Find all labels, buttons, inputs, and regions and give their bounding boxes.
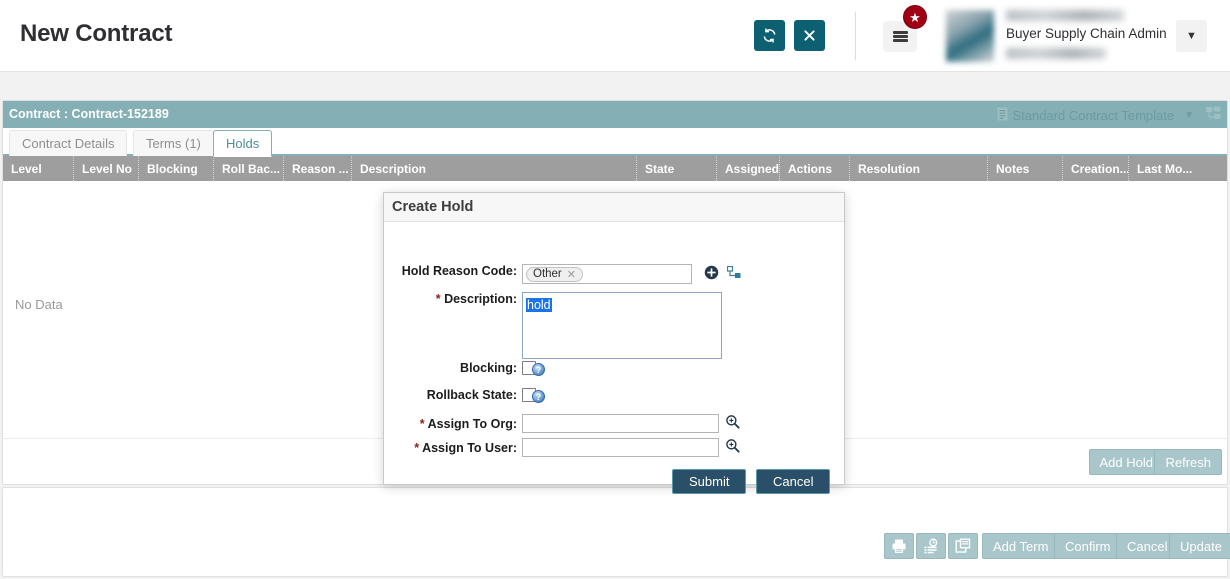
submit-button[interactable]: Submit xyxy=(672,469,747,494)
user-name: Buyer Supply Chain Admin xyxy=(1006,26,1167,41)
column-header[interactable]: Assigned... xyxy=(716,156,779,181)
hold-reason-code-input[interactable]: Other ✕ xyxy=(522,264,692,284)
header-divider xyxy=(855,12,856,60)
assign-to-org-label: * Assign To Org: xyxy=(384,417,522,431)
hold-reason-code-label: Hold Reason Code: xyxy=(401,264,517,278)
holds-table-header: Level Level No Blocking Roll Bac... Reason .… xyxy=(3,156,1227,181)
document-icon xyxy=(997,107,1009,124)
bottom-action-bar: Add Term Confirm Cancel Update xyxy=(2,487,1230,577)
contract-tabs: Contract Details Terms (1) Holds xyxy=(3,128,1227,157)
tab-contract-details[interactable]: Contract Details xyxy=(9,130,128,156)
audit-history-icon[interactable] xyxy=(916,533,946,559)
contract-template-selector[interactable]: Standard Contract Template ▼ xyxy=(997,107,1194,124)
column-header[interactable]: Blocking xyxy=(138,156,213,181)
page-background-gap xyxy=(0,72,1230,100)
app-header: New Contract ★ Buyer Supply Chain Admin … xyxy=(0,0,1230,72)
column-header[interactable]: Roll Bac... xyxy=(213,156,283,181)
print-icon[interactable] xyxy=(884,533,914,559)
column-header[interactable]: Description xyxy=(351,156,636,181)
field-hold-reason-code: Hold Reason Code: Other ✕ xyxy=(384,264,741,285)
tab-terms[interactable]: Terms (1) xyxy=(133,130,214,156)
user-meta-bottom-blurred xyxy=(1006,48,1106,59)
help-icon[interactable]: ? xyxy=(532,363,545,376)
field-assign-to-org: * Assign To Org: xyxy=(384,413,740,434)
chevron-down-icon[interactable]: ▼ xyxy=(1176,20,1207,52)
field-description: * Description: hold xyxy=(384,292,722,359)
column-header[interactable]: State xyxy=(636,156,716,181)
dialog-header: Create Hold xyxy=(384,193,844,222)
add-term-button[interactable]: Add Term xyxy=(982,533,1060,559)
close-icon[interactable] xyxy=(794,20,825,51)
dialog-title: Create Hold xyxy=(392,199,474,215)
chevron-down-icon[interactable]: ▼ xyxy=(1184,110,1194,121)
rollback-state-label: Rollback State: xyxy=(426,388,517,402)
reason-code-token-label: Other xyxy=(533,268,562,280)
hierarchy-icon[interactable] xyxy=(1206,106,1221,127)
assign-to-user-label-text: Assign To User: xyxy=(422,440,517,455)
assign-to-user-label: * Assign To User: xyxy=(384,441,522,455)
refresh-table-button[interactable]: Refresh xyxy=(1154,449,1222,475)
required-marker: * xyxy=(419,416,425,431)
field-assign-to-user: * Assign To User: xyxy=(384,437,740,458)
dialog-cancel-button[interactable]: Cancel xyxy=(756,469,831,494)
remove-token-icon[interactable]: ✕ xyxy=(567,268,576,281)
copy-document-icon[interactable] xyxy=(948,533,978,559)
column-header[interactable]: Actions xyxy=(779,156,849,181)
search-lookup-icon[interactable] xyxy=(725,414,740,434)
column-header[interactable]: Level No xyxy=(73,156,138,181)
column-header[interactable]: Creation... xyxy=(1062,156,1128,181)
column-header[interactable]: Resolution xyxy=(849,156,987,181)
help-icon[interactable]: ? xyxy=(532,390,545,403)
assign-to-org-input[interactable] xyxy=(522,414,719,433)
field-rollback-state: Rollback State: ? xyxy=(384,387,545,403)
confirm-button[interactable]: Confirm xyxy=(1054,533,1122,559)
add-circle-icon[interactable] xyxy=(704,265,719,285)
dialog-body: Hold Reason Code: Other ✕ * Description:… xyxy=(384,222,844,494)
contract-title: Contract : Contract-152189 xyxy=(9,107,169,121)
field-blocking: Blocking: ? xyxy=(384,360,545,376)
column-header[interactable]: Last Mo... xyxy=(1128,156,1198,181)
description-label: * Description: xyxy=(384,292,522,306)
search-lookup-icon[interactable] xyxy=(725,438,740,458)
assign-to-org-label-text: Assign To Org: xyxy=(427,416,517,431)
column-header[interactable]: Level xyxy=(3,156,73,181)
update-button[interactable]: Update xyxy=(1169,533,1230,559)
user-meta-top-blurred xyxy=(1006,10,1124,21)
contract-template-label: Standard Contract Template xyxy=(1012,108,1175,123)
tab-holds[interactable]: Holds xyxy=(213,130,273,157)
page-title: New Contract xyxy=(20,20,173,47)
create-hold-dialog: Create Hold Hold Reason Code: Other ✕ * … xyxy=(383,192,845,494)
add-hold-button[interactable]: Add Hold xyxy=(1088,449,1164,475)
required-marker: * xyxy=(414,440,420,455)
hierarchy-icon[interactable] xyxy=(726,265,741,285)
column-header[interactable]: Reason ... xyxy=(283,156,351,181)
reason-code-token: Other ✕ xyxy=(526,266,583,282)
column-header[interactable]: Notes xyxy=(987,156,1062,181)
contract-header-bar: Contract : Contract-152189 Standard Cont… xyxy=(3,101,1227,128)
empty-state-text: No Data xyxy=(15,297,63,312)
star-badge-icon[interactable]: ★ xyxy=(903,5,927,29)
description-label-text: Description: xyxy=(444,292,517,306)
avatar xyxy=(946,10,994,62)
refresh-icon[interactable] xyxy=(754,20,785,51)
assign-to-user-input[interactable] xyxy=(522,438,719,457)
description-value: hold xyxy=(526,298,552,312)
blocking-label: Blocking: xyxy=(460,361,517,375)
required-marker: * xyxy=(435,292,441,306)
description-textarea[interactable]: hold xyxy=(522,292,722,359)
